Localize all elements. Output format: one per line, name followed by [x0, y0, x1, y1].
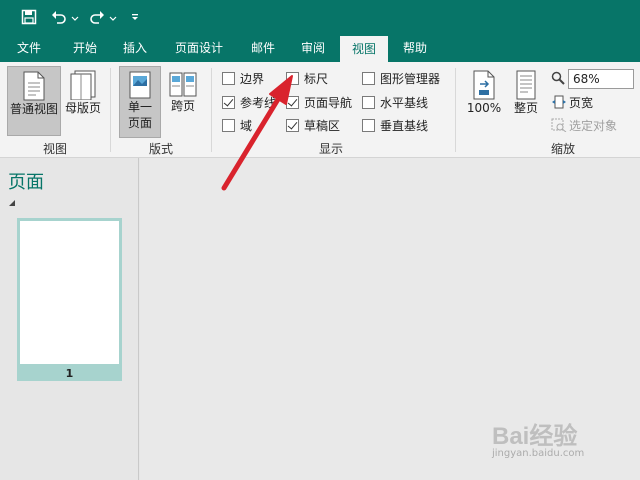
watermark-url: jingyan.baidu.com: [492, 448, 585, 459]
watermark-brand: Bai经验: [492, 422, 577, 450]
baidu-watermark-logo: Bai经验: [492, 422, 577, 450]
annotation-arrow-icon: [221, 75, 293, 191]
